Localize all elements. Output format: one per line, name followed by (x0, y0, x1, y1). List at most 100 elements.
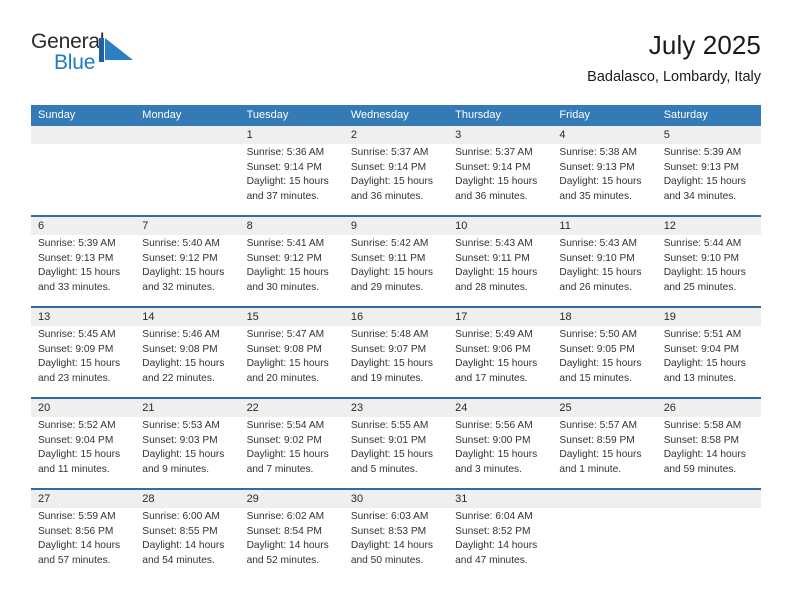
day-detail-line: and 1 minute. (559, 463, 622, 475)
day-detail-line: Sunrise: 5:44 AM (663, 238, 742, 249)
day-detail-line: Sunset: 9:13 PM (663, 161, 740, 173)
day-number-28[interactable]: 28 (135, 490, 239, 508)
day-number-6[interactable]: 6 (31, 217, 135, 235)
day-cell-20[interactable]: Sunrise: 5:52 AM Sunset: 9:04 PM Daylight:… (31, 417, 135, 488)
day-cell-13[interactable]: Sunrise: 5:45 AM Sunset: 9:09 PM Daylight:… (31, 326, 135, 397)
day-number-27[interactable]: 27 (31, 490, 135, 508)
day-detail-line: Sunset: 9:14 PM (246, 161, 322, 173)
day-number-band: 20 21 22 23 24 25 26 (31, 399, 761, 417)
day-number-empty (552, 490, 657, 508)
day-detail-line: Daylight: 15 hours (559, 358, 642, 370)
day-number-band: 13 14 15 16 17 18 19 (31, 308, 761, 326)
day-number-16[interactable]: 16 (344, 308, 448, 326)
day-number-19[interactable]: 19 (657, 308, 761, 326)
day-detail-line: Daylight: 15 hours (663, 267, 746, 279)
day-number-15[interactable]: 15 (240, 308, 344, 326)
day-cell-29[interactable]: Sunrise: 6:02 AM Sunset: 8:54 PM Daylight:… (240, 508, 344, 579)
day-cell-24[interactable]: Sunrise: 5:56 AM Sunset: 9:00 PM Daylight:… (448, 417, 552, 488)
day-detail-line: Sunrise: 5:39 AM (663, 147, 742, 158)
day-cell-7[interactable]: Sunrise: 5:40 AM Sunset: 9:12 PM Daylight:… (135, 235, 239, 306)
day-cell-31[interactable]: Sunrise: 6:04 AM Sunset: 8:52 PM Daylight:… (448, 508, 552, 579)
day-cell-23[interactable]: Sunrise: 5:55 AM Sunset: 9:01 PM Daylight:… (344, 417, 448, 488)
day-number-14[interactable]: 14 (135, 308, 239, 326)
day-detail-line: Daylight: 15 hours (142, 449, 225, 461)
day-detail-line: Sunrise: 5:49 AM (455, 329, 533, 340)
day-number-22[interactable]: 22 (240, 399, 344, 417)
day-cell-15[interactable]: Sunrise: 5:47 AM Sunset: 9:08 PM Daylight:… (240, 326, 344, 397)
day-number-13[interactable]: 13 (31, 308, 135, 326)
day-cell-12[interactable]: Sunrise: 5:44 AM Sunset: 9:10 PM Daylight:… (657, 235, 761, 306)
day-detail-line: Sunrise: 5:37 AM (350, 147, 429, 158)
day-cell-21[interactable]: Sunrise: 5:53 AM Sunset: 9:03 PM Daylight:… (135, 417, 239, 488)
weekday-header-row: Sunday Monday Tuesday Wednesday Thursday Frid… (31, 105, 761, 126)
day-detail-line: Sunrise: 5:43 AM (559, 238, 637, 249)
day-number-9[interactable]: 9 (344, 217, 448, 235)
day-number-29[interactable]: 29 (240, 490, 344, 508)
day-detail-line: Daylight: 15 hours (559, 176, 642, 188)
day-detail-line: Sunset: 9:14 PM (350, 161, 427, 173)
day-detail-line: and 15 minutes. (559, 372, 632, 384)
day-detail-line: Daylight: 15 hours (350, 176, 433, 188)
weekday-header-monday: Monday (142, 109, 182, 121)
day-cell-19[interactable]: Sunrise: 5:51 AM Sunset: 9:04 PM Daylight:… (657, 326, 761, 397)
day-detail-line: and 57 minutes. (38, 554, 111, 566)
day-cell-5[interactable]: Sunrise: 5:39 AM Sunset: 9:13 PM Daylight:… (657, 144, 761, 215)
day-number-2[interactable]: 2 (344, 126, 448, 144)
day-cell-28[interactable]: Sunrise: 6:00 AM Sunset: 8:55 PM Daylight:… (135, 508, 239, 579)
day-detail-line: and 26 minutes. (559, 281, 632, 293)
day-detail-line: and 23 minutes. (38, 372, 111, 384)
day-detail-line: and 36 minutes. (350, 190, 424, 202)
day-number-25[interactable]: 25 (552, 399, 656, 417)
day-cell-18[interactable]: Sunrise: 5:50 AM Sunset: 9:05 PM Daylight:… (552, 326, 656, 397)
day-number-8[interactable]: 8 (240, 217, 344, 235)
day-detail-band: Sunrise: 5:36 AM Sunset: 9:14 PM Daylight:… (31, 144, 761, 215)
day-detail-line: Sunset: 8:58 PM (663, 434, 740, 446)
day-number-3[interactable]: 3 (448, 126, 552, 144)
day-cell-17[interactable]: Sunrise: 5:49 AM Sunset: 9:06 PM Daylight:… (448, 326, 552, 397)
day-detail-line: Daylight: 14 hours (663, 449, 746, 461)
day-cell-empty (135, 144, 239, 215)
day-number-11[interactable]: 11 (552, 217, 656, 235)
day-detail-line: Sunrise: 5:55 AM (350, 420, 429, 431)
day-cell-9[interactable]: Sunrise: 5:42 AM Sunset: 9:11 PM Daylight:… (344, 235, 448, 306)
day-cell-25[interactable]: Sunrise: 5:57 AM Sunset: 8:59 PM Daylight:… (552, 417, 656, 488)
day-cell-10[interactable]: Sunrise: 5:43 AM Sunset: 9:11 PM Daylight:… (448, 235, 552, 306)
day-cell-2[interactable]: Sunrise: 5:37 AM Sunset: 9:14 PM Daylight:… (344, 144, 448, 215)
day-detail-line: Sunset: 8:54 PM (246, 525, 322, 537)
day-number-24[interactable]: 24 (448, 399, 552, 417)
day-cell-22[interactable]: Sunrise: 5:54 AM Sunset: 9:02 PM Daylight:… (240, 417, 344, 488)
day-detail-line: Sunrise: 5:51 AM (663, 329, 742, 340)
day-number-26[interactable]: 26 (657, 399, 761, 417)
weekday-header-wednesday: Wednesday (350, 109, 409, 121)
day-cell-4[interactable]: Sunrise: 5:38 AM Sunset: 9:13 PM Daylight:… (552, 144, 656, 215)
day-number-4[interactable]: 4 (552, 126, 656, 144)
day-cell-8[interactable]: Sunrise: 5:41 AM Sunset: 9:12 PM Daylight:… (240, 235, 344, 306)
day-number-7[interactable]: 7 (135, 217, 239, 235)
day-cell-1[interactable]: Sunrise: 5:36 AM Sunset: 9:14 PM Daylight:… (240, 144, 344, 215)
day-number-5[interactable]: 5 (657, 126, 761, 144)
day-number-30[interactable]: 30 (344, 490, 448, 508)
day-number-21[interactable]: 21 (135, 399, 239, 417)
day-cell-30[interactable]: Sunrise: 6:03 AM Sunset: 8:53 PM Daylight:… (344, 508, 448, 579)
day-cell-6[interactable]: Sunrise: 5:39 AM Sunset: 9:13 PM Daylight:… (31, 235, 135, 306)
day-number-12[interactable]: 12 (657, 217, 761, 235)
day-number-23[interactable]: 23 (344, 399, 448, 417)
day-cell-3[interactable]: Sunrise: 5:37 AM Sunset: 9:14 PM Daylight:… (448, 144, 552, 215)
day-detail-line: Sunrise: 5:47 AM (246, 329, 325, 340)
day-detail-band: Sunrise: 5:39 AM Sunset: 9:13 PM Daylight:… (31, 235, 761, 306)
brand-logo[interactable]: General Blue (31, 28, 151, 84)
day-detail-line: Daylight: 15 hours (663, 176, 746, 188)
day-cell-16[interactable]: Sunrise: 5:48 AM Sunset: 9:07 PM Daylight:… (344, 326, 448, 397)
day-number-20[interactable]: 20 (31, 399, 135, 417)
day-cell-26[interactable]: Sunrise: 5:58 AM Sunset: 8:58 PM Daylight:… (657, 417, 761, 488)
day-cell-27[interactable]: Sunrise: 5:59 AM Sunset: 8:56 PM Daylight:… (31, 508, 135, 579)
day-number-31[interactable]: 31 (448, 490, 552, 508)
day-detail-line: Sunset: 9:13 PM (559, 161, 635, 173)
day-number-1[interactable]: 1 (240, 126, 344, 144)
day-detail-line: Sunrise: 6:04 AM (455, 511, 533, 522)
day-number-18[interactable]: 18 (552, 308, 656, 326)
day-number-17[interactable]: 17 (448, 308, 552, 326)
day-cell-14[interactable]: Sunrise: 5:46 AM Sunset: 9:08 PM Daylight:… (135, 326, 239, 397)
day-number-10[interactable]: 10 (448, 217, 552, 235)
day-cell-11[interactable]: Sunrise: 5:43 AM Sunset: 9:10 PM Daylight:… (552, 235, 656, 306)
